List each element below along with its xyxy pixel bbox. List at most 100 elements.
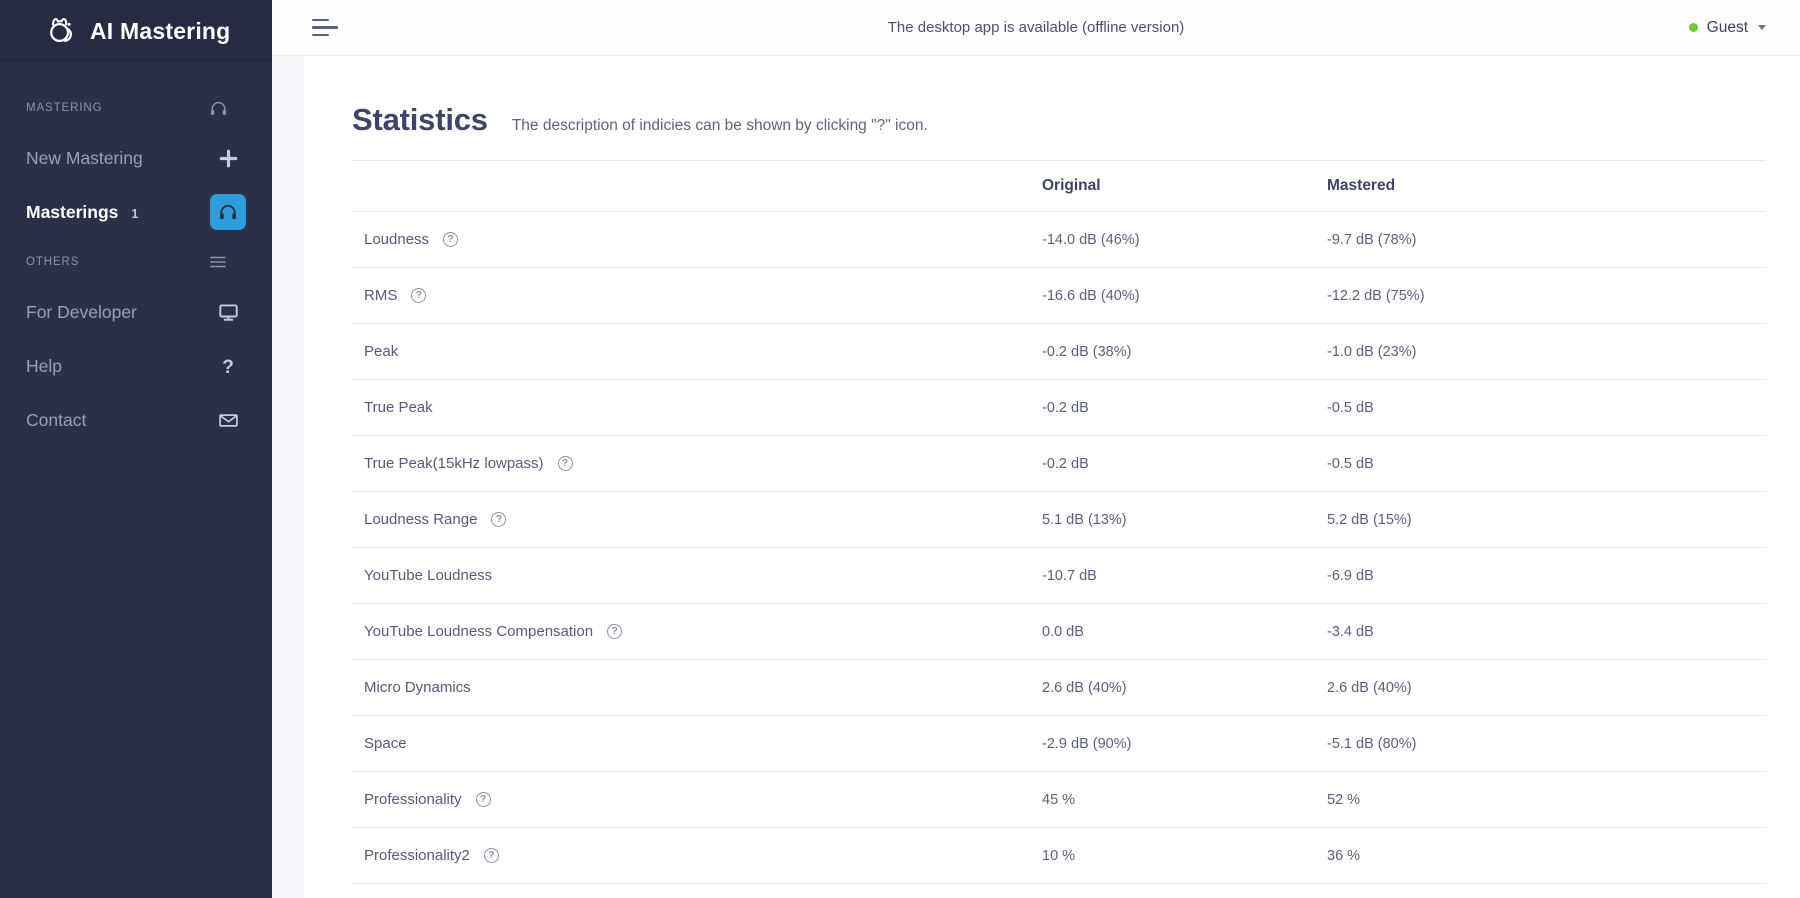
help-question-icon[interactable]: ? [558, 456, 573, 471]
sidebar-item-new-mastering[interactable]: New Mastering [0, 131, 272, 185]
sidebar-item-badge: 1 [131, 207, 138, 221]
sidebar-section-others: OTHERS [0, 239, 272, 285]
row-original-value: 5.1 dB (13%) [1042, 492, 1327, 548]
hamburger-line [312, 26, 338, 29]
row-label: Loudness Range [364, 511, 477, 528]
row-label: Loudness [364, 231, 429, 248]
row-mastered-value: -12.2 dB (75%) [1327, 268, 1766, 324]
row-mastered-value: -0.5 dB [1327, 380, 1766, 436]
row-original-value: -0.2 dB [1042, 436, 1327, 492]
sidebar-item-contact-left: Contact [26, 410, 86, 431]
row-label: RMS [364, 287, 397, 304]
row-name-inner: YouTube Loudness Compensation? [364, 623, 1042, 640]
page-description: The description of indicies can be shown… [512, 117, 928, 135]
row-name-inner: Loudness Range? [364, 511, 1042, 528]
row-name-inner: Professionality2? [364, 847, 1042, 864]
sidebar-section-mastering: MASTERING [0, 85, 272, 131]
sidebar-item-label: Masterings [26, 202, 118, 223]
help-question-icon[interactable]: ? [484, 848, 499, 863]
sidebar-nav: MASTERING New Mastering [0, 63, 272, 447]
row-mastered-value: 5.2 dB (15%) [1327, 492, 1766, 548]
list-icon [200, 244, 236, 280]
plus-icon[interactable] [210, 140, 246, 176]
help-question-icon[interactable]: ? [607, 624, 622, 639]
row-name-inner: Micro Dynamics [364, 679, 1042, 696]
table-row: YouTube Loudness Compensation?0.0 dB-3.4… [352, 604, 1766, 660]
row-name-cell: True Peak(15kHz lowpass)? [352, 436, 1042, 492]
user-menu[interactable]: Guest [1689, 19, 1766, 37]
brand-name: AI Mastering [90, 18, 230, 45]
row-name-inner: RMS? [364, 287, 1042, 304]
row-name-cell: RMS? [352, 268, 1042, 324]
row-original-value: 45 % [1042, 772, 1327, 828]
table-row: Loudness?-14.0 dB (46%)-9.7 dB (78%) [352, 212, 1766, 268]
row-name-inner: Professionality? [364, 791, 1042, 808]
help-question-icon[interactable]: ? [411, 288, 426, 303]
envelope-icon[interactable] [210, 402, 246, 438]
desktop-app-notice-link[interactable]: The desktop app is available (offline ve… [888, 19, 1185, 36]
table-header-row: Original Mastered [352, 161, 1766, 212]
table-row: True Peak(15kHz lowpass)?-0.2 dB-0.5 dB [352, 436, 1766, 492]
statistics-card: Statistics The description of indicies c… [304, 56, 1800, 898]
sidebar-item-masterings[interactable]: Masterings 1 [0, 185, 272, 239]
column-header-name [352, 161, 1042, 212]
page-header: Statistics The description of indicies c… [352, 56, 1766, 160]
desktop-app-notice: The desktop app is available (offline ve… [272, 19, 1800, 36]
row-label: True Peak(15kHz lowpass) [364, 455, 544, 472]
row-label: Peak [364, 343, 398, 360]
row-mastered-value: -6.9 dB [1327, 548, 1766, 604]
monitor-icon[interactable] [210, 294, 246, 330]
help-question-icon[interactable]: ? [443, 232, 458, 247]
row-name-cell: Professionality2? [352, 828, 1042, 884]
sidebar-item-label: Help [26, 356, 62, 377]
row-original-value: 0.0 dB [1042, 604, 1327, 660]
row-original-value: 2.6 dB (40%) [1042, 660, 1327, 716]
headphones-icon[interactable] [210, 194, 246, 230]
row-mastered-value: 52 % [1327, 772, 1766, 828]
row-label: Professionality [364, 791, 462, 808]
sidebar-item-new-mastering-left: New Mastering [26, 148, 143, 169]
row-original-value: -0.2 dB (38%) [1042, 324, 1327, 380]
row-mastered-value: 2.6 dB (40%) [1327, 660, 1766, 716]
sidebar-section-label: OTHERS [26, 256, 79, 268]
row-name-inner: Peak [364, 343, 1042, 360]
statistics-table-body: Loudness?-14.0 dB (46%)-9.7 dB (78%) RMS?… [352, 212, 1766, 884]
sidebar-item-label: For Developer [26, 302, 137, 323]
row-mastered-value: 36 % [1327, 828, 1766, 884]
user-name: Guest [1707, 19, 1748, 37]
page-title: Statistics [352, 102, 488, 138]
brand-header[interactable]: AI Mastering [0, 0, 272, 63]
question-mark-icon[interactable]: ? [210, 348, 246, 384]
help-question-icon[interactable]: ? [491, 512, 506, 527]
row-original-value: -0.2 dB [1042, 380, 1327, 436]
app-root: AI Mastering MASTERING New Mastering [0, 0, 1800, 898]
sidebar-item-help[interactable]: Help ? [0, 339, 272, 393]
row-name-cell: YouTube Loudness Compensation? [352, 604, 1042, 660]
row-mastered-value: -1.0 dB (23%) [1327, 324, 1766, 380]
status-badge [1689, 23, 1698, 32]
sidebar-section-label: MASTERING [26, 102, 102, 114]
statistics-table: Original Mastered Loudness?-14.0 dB (46%… [352, 160, 1766, 884]
row-original-value: -2.9 dB (90%) [1042, 716, 1327, 772]
row-name-cell: Loudness Range? [352, 492, 1042, 548]
row-name-cell: Loudness? [352, 212, 1042, 268]
row-name-inner: Space [364, 735, 1042, 752]
help-question-icon[interactable]: ? [476, 792, 491, 807]
row-mastered-value: -3.4 dB [1327, 604, 1766, 660]
column-header-original: Original [1042, 161, 1327, 212]
sidebar: AI Mastering MASTERING New Mastering [0, 0, 272, 898]
ring-cat-logo-icon [44, 15, 78, 49]
sidebar-item-for-developer[interactable]: For Developer [0, 285, 272, 339]
row-name-cell: Space [352, 716, 1042, 772]
chevron-down-icon [1758, 25, 1766, 30]
row-original-value: -10.7 dB [1042, 548, 1327, 604]
content-scroll-area[interactable]: Statistics The description of indicies c… [272, 56, 1800, 898]
hamburger-icon[interactable] [312, 17, 338, 39]
table-row: Loudness Range?5.1 dB (13%)5.2 dB (15%) [352, 492, 1766, 548]
table-row: Peak -0.2 dB (38%)-1.0 dB (23%) [352, 324, 1766, 380]
sidebar-item-contact[interactable]: Contact [0, 393, 272, 447]
row-label: Micro Dynamics [364, 679, 471, 696]
row-label: YouTube Loudness Compensation [364, 623, 593, 640]
row-label: Space [364, 735, 407, 752]
table-row: Micro Dynamics 2.6 dB (40%)2.6 dB (40%) [352, 660, 1766, 716]
